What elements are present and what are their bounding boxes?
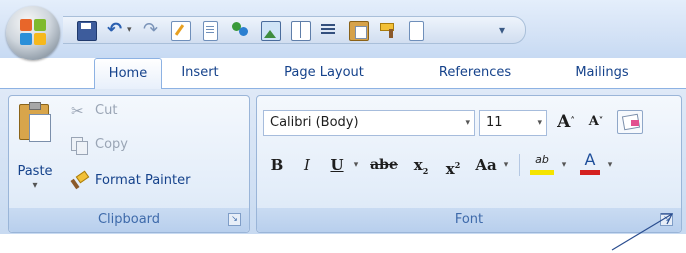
tab-page-layout[interactable]: Page Layout (268, 58, 380, 88)
font-name-combobox[interactable]: Calibri (Body) ▾ (263, 110, 475, 136)
copy-icon (71, 137, 88, 155)
paste-icon[interactable] (349, 21, 369, 41)
font-size-dropdown-icon[interactable]: ▾ (537, 111, 542, 135)
highlight-color-bar (530, 170, 554, 175)
tab-home[interactable]: Home (94, 58, 162, 89)
font-name-dropdown-icon[interactable]: ▾ (465, 111, 470, 135)
shrink-font-caret-icon: ˅ (598, 117, 604, 127)
edit-icon[interactable] (171, 21, 191, 41)
tab-mailings[interactable]: Mailings (560, 58, 644, 88)
font-color-dropdown-icon[interactable]: ▾ (605, 152, 615, 178)
subscript-button[interactable]: x2 (407, 152, 435, 178)
strikethrough-button[interactable]: abe (367, 152, 401, 178)
cut-button: ✂ Cut (69, 100, 159, 122)
paste-button[interactable]: Paste ▾ (13, 100, 57, 202)
underline-dropdown-icon[interactable]: ▾ (351, 152, 361, 178)
office-button[interactable] (6, 6, 60, 60)
office-logo-icon (20, 19, 46, 45)
clipboard-icon (19, 102, 51, 142)
scissors-icon: ✂ (71, 102, 84, 120)
format-painter-label: Format Painter (95, 173, 191, 188)
font-name-value: Calibri (Body) (270, 115, 359, 130)
undo-dropdown-icon[interactable]: ▾ (127, 21, 135, 39)
format-painter-button[interactable]: Format Painter (69, 170, 245, 192)
tab-insert[interactable]: Insert (168, 58, 232, 88)
font-group: Calibri (Body) ▾ 11 ▾ A˄ A˅ B I U ▾ abe … (256, 95, 682, 233)
paintbrush-icon (70, 170, 90, 190)
italic-button[interactable]: I (295, 152, 319, 178)
undo-icon[interactable]: ↶ (107, 21, 125, 39)
font-row-separator (519, 154, 520, 176)
change-case-dropdown-icon[interactable]: ▾ (501, 152, 511, 178)
clipboard-dialog-launcher-icon[interactable]: ↘ (228, 213, 241, 226)
document-icon[interactable] (203, 21, 218, 41)
change-case-button[interactable]: Aa (471, 152, 501, 178)
superscript-mark: 2 (454, 160, 461, 170)
quick-access-toolbar: ↶ ▾ ↷ ▾ (63, 16, 526, 44)
bold-button[interactable]: B (265, 152, 289, 178)
font-size-combobox[interactable]: 11 ▾ (479, 110, 547, 136)
list-icon[interactable] (319, 21, 337, 39)
tab-references[interactable]: References (422, 58, 528, 88)
copy-label: Copy (95, 137, 128, 152)
text-highlight-dropdown-icon[interactable]: ▾ (559, 152, 569, 178)
redo-icon[interactable]: ↷ (143, 21, 161, 39)
font-color-bar (580, 170, 600, 175)
font-color-button[interactable]: A (577, 150, 603, 176)
format-painter-icon[interactable] (379, 21, 397, 39)
superscript-button[interactable]: x2 (439, 152, 467, 178)
copy-button: Copy (69, 134, 159, 156)
book-icon[interactable] (291, 21, 311, 41)
people-icon[interactable] (231, 21, 249, 39)
grow-font-button[interactable]: A˄ (553, 109, 579, 135)
save-icon[interactable] (77, 21, 97, 41)
subscript-mark: 2 (422, 166, 429, 176)
text-highlight-button[interactable]: ab (527, 150, 557, 176)
cut-label: Cut (95, 103, 118, 118)
paste-dropdown-icon: ▾ (32, 180, 38, 191)
qat-customize-icon[interactable]: ▾ (499, 21, 511, 39)
font-dialog-launcher-icon[interactable]: ↘ (660, 213, 673, 226)
font-size-value: 11 (486, 115, 503, 130)
picture-icon[interactable] (261, 21, 281, 41)
clear-formatting-icon[interactable] (617, 110, 643, 134)
shrink-font-button[interactable]: A˅ (583, 109, 609, 135)
underline-button[interactable]: U (325, 152, 349, 178)
paste-label: Paste (17, 164, 53, 179)
clipboard-group-label: Clipboard (9, 208, 249, 232)
font-group-label: Font (257, 208, 681, 232)
new-document-icon[interactable] (409, 21, 424, 41)
clipboard-group: Paste ▾ ✂ Cut Copy Format Painter Clipbo… (8, 95, 250, 233)
grow-font-caret-icon: ˄ (570, 117, 575, 127)
